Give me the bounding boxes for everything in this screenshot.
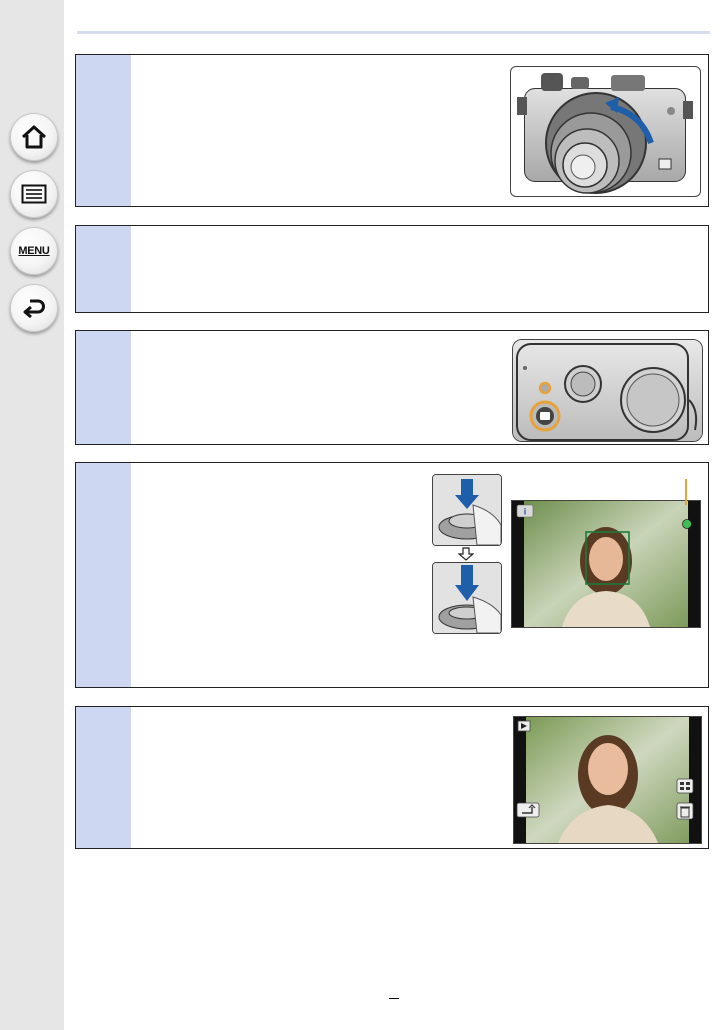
step-2-tab (76, 226, 131, 312)
back-button[interactable] (10, 284, 58, 332)
step-1 (75, 54, 709, 207)
camera-top-illustration (512, 339, 703, 442)
menu-button[interactable]: MENU (10, 227, 58, 275)
shutter-half-press-illustration (432, 474, 502, 546)
thumbnail-grid-icon (676, 778, 694, 794)
step-3-tab (76, 331, 131, 444)
return-icon (516, 802, 540, 818)
shutter-button-icon (433, 475, 501, 545)
camera-icon (517, 73, 693, 194)
step-4: i (75, 462, 709, 688)
portrait-photo: i (512, 501, 700, 627)
shutter-full-press-illustration (432, 562, 502, 634)
step-4-tab (76, 463, 131, 687)
camera-zoom-illustration (510, 66, 701, 197)
playback-photo (514, 717, 701, 843)
menu-text-icon: MENU (18, 245, 50, 257)
camera-top-icon (513, 340, 702, 441)
focus-indicator-icon (682, 519, 692, 529)
step-1-tab (76, 55, 131, 206)
page-number-rule (389, 998, 399, 999)
lcd-focus-screen: i (511, 500, 701, 628)
intelligent-auto-icon: i (524, 507, 527, 517)
step-3 (75, 330, 709, 445)
callout-line (685, 479, 687, 505)
step-2 (75, 225, 709, 313)
step-5 (75, 706, 709, 849)
down-arrow-icon (458, 547, 474, 561)
list-icon (21, 184, 47, 204)
home-icon (21, 125, 47, 149)
contents-button[interactable] (10, 170, 58, 218)
sidebar: MENU (0, 0, 64, 1030)
shutter-button-pressed-icon (433, 563, 501, 633)
step-5-tab (76, 707, 131, 848)
back-arrow-icon (23, 299, 45, 319)
home-button[interactable] (10, 113, 58, 161)
header-rule (77, 31, 710, 34)
lcd-playback-screen (513, 716, 702, 844)
